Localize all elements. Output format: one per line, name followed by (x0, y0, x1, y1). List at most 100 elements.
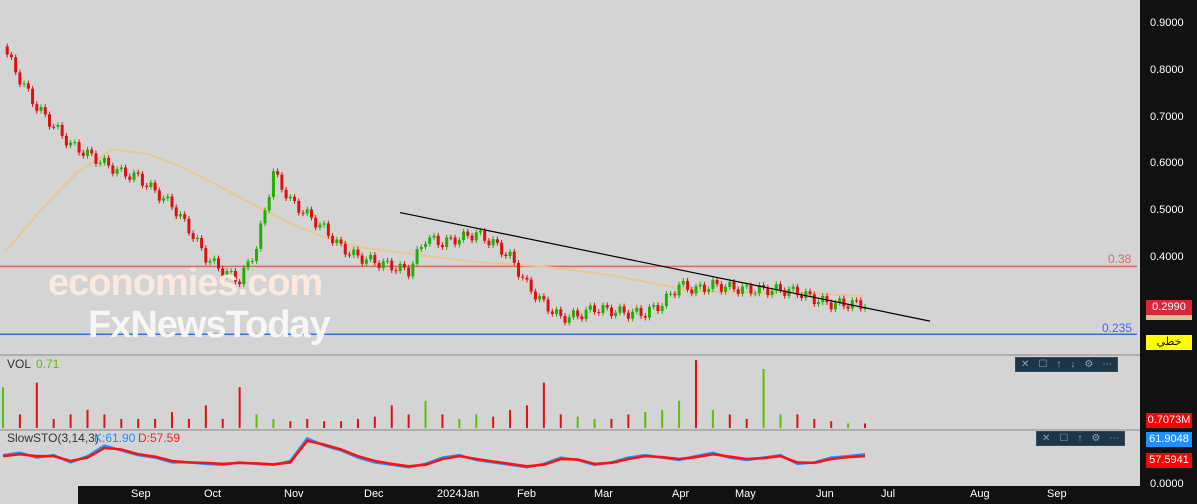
candle-body (293, 196, 297, 202)
volume-bar (728, 414, 731, 428)
candle-body (508, 251, 512, 256)
candle-body (9, 54, 13, 58)
volume-bar (18, 414, 21, 428)
candle-body (440, 245, 444, 248)
candle-body (584, 309, 588, 320)
candle-body (732, 281, 736, 290)
candle-body (280, 174, 284, 190)
level-label-038: 0.38 (1108, 252, 1132, 266)
candle-body (466, 231, 470, 236)
candle-body (825, 295, 829, 303)
more-icon[interactable]: ⋯ (1102, 358, 1112, 371)
candle-body (736, 289, 740, 294)
volume-bar (373, 416, 376, 428)
candle-body (124, 167, 128, 177)
move-down-icon[interactable]: ↓ (1070, 358, 1075, 371)
candle-body (170, 196, 174, 208)
candle-body (352, 249, 356, 256)
candle-body (149, 182, 153, 187)
candle-body (132, 172, 136, 180)
volume-bar (137, 418, 140, 428)
candle-body (808, 291, 812, 295)
stoch-k-label: K:61.90 (94, 431, 136, 445)
candle-body (457, 240, 461, 245)
candle-body (39, 107, 43, 111)
candle-body (174, 207, 178, 217)
stoch-k-badge: 61.9048 (1146, 432, 1192, 447)
candle-body (145, 185, 149, 187)
candle-body (664, 293, 668, 306)
maximize-icon[interactable]: ☐ (1059, 432, 1068, 445)
candle-body (77, 142, 81, 153)
candle-body (415, 249, 419, 264)
y-tick-label: 0.7000 (1150, 111, 1184, 123)
y-tick-label: 0.8000 (1150, 64, 1184, 76)
candle-body (204, 248, 208, 263)
candle-body (212, 258, 216, 261)
candle-body (483, 230, 487, 241)
close-icon[interactable]: ✕ (1021, 358, 1029, 371)
candle-body (424, 243, 428, 248)
candle-body (817, 302, 821, 305)
candle-body (73, 142, 77, 144)
candle-body (749, 285, 753, 294)
more-icon[interactable]: ⋯ (1109, 432, 1119, 445)
volume-bar (542, 382, 545, 428)
candle-body (550, 311, 554, 315)
candle-body (331, 235, 335, 244)
candle-body (800, 295, 804, 299)
candle-body (111, 165, 115, 174)
y-tick-label: 0.4000 (1150, 251, 1184, 263)
candle-body (597, 312, 601, 314)
candle-body (309, 209, 313, 218)
candle-body (449, 237, 453, 239)
volume-bar (678, 400, 681, 428)
candle-body (419, 247, 423, 250)
volume-bar (356, 418, 359, 428)
candle-body (136, 172, 140, 174)
move-up-icon[interactable]: ↑ (1056, 358, 1061, 371)
volume-bar (221, 418, 224, 428)
candle-body (305, 209, 309, 214)
candle-body (318, 224, 322, 228)
volume-bar (306, 418, 309, 428)
volume-bar (847, 423, 850, 428)
candle-body (639, 307, 643, 317)
volume-bar (711, 409, 714, 428)
candle-body (52, 126, 56, 128)
volume-bar (475, 414, 478, 428)
volume-bar (492, 416, 495, 428)
y-tick-label: 0.5000 (1150, 204, 1184, 216)
candle-body (517, 262, 521, 277)
volume-bar (813, 418, 816, 428)
maximize-icon[interactable]: ☐ (1038, 358, 1047, 371)
move-up-icon[interactable]: ↑ (1077, 432, 1082, 445)
candle-body (162, 198, 166, 201)
candle-body (495, 239, 499, 243)
candle-body (681, 280, 685, 285)
settings-icon[interactable]: ⚙ (1091, 432, 1100, 445)
candle-body (394, 270, 398, 272)
x-tick-label: Dec (364, 488, 384, 500)
close-icon[interactable]: ✕ (1042, 432, 1050, 445)
candle-body (255, 248, 259, 262)
volume-bar (289, 421, 292, 428)
candle-body (538, 296, 542, 300)
x-tick-label: Jul (881, 488, 896, 500)
volume-axis-badge: 0.7073M (1146, 413, 1192, 428)
settings-icon[interactable]: ⚙ (1084, 358, 1093, 371)
x-tick-label: 2024Jan (437, 488, 480, 500)
line-style-badge[interactable]: خطي (1146, 335, 1192, 350)
candle-body (622, 306, 626, 313)
candle-body (35, 104, 39, 111)
candle-body (605, 305, 609, 308)
candle-body (846, 306, 850, 309)
x-tick-label: Oct (204, 488, 222, 500)
x-tick-label: Aug (970, 488, 990, 500)
candle-body (115, 169, 119, 174)
candle-body (69, 142, 73, 146)
candle-body (504, 254, 508, 256)
volume-bar (86, 409, 89, 428)
candle-body (571, 310, 575, 318)
candle-body (546, 299, 550, 312)
